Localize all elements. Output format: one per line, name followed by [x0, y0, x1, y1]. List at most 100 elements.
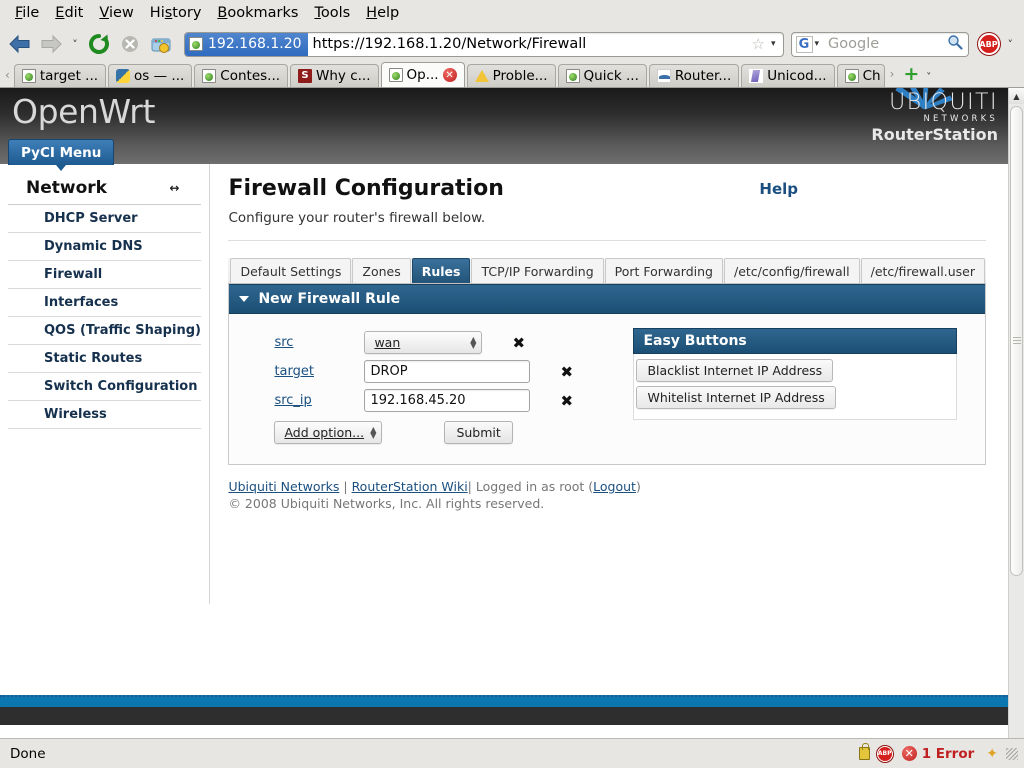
tab-label: target ...	[39, 68, 99, 84]
browser-tab[interactable]: Contes...	[194, 64, 289, 87]
src-ip-input[interactable]: 192.168.45.20	[364, 389, 531, 412]
tab-default-settings[interactable]: Default Settings	[230, 258, 352, 283]
menu-tools[interactable]: Tools	[307, 3, 357, 23]
browser-tab[interactable]: Quick ...	[557, 64, 647, 87]
star-icon[interactable]: ✦	[986, 746, 998, 762]
ubiquiti-networks-link[interactable]: Ubiquiti Networks	[228, 479, 339, 494]
tab-etc-config-firewall[interactable]: /etc/config/firewall	[724, 258, 860, 283]
browser-tab[interactable]: Router...	[648, 64, 740, 87]
browser-tab[interactable]: os — ...	[108, 64, 193, 87]
tabstrip-scroll-right[interactable]: ›	[887, 67, 899, 87]
delete-src-ip-icon[interactable]: ✖	[560, 392, 573, 410]
abp-icon[interactable]: ABP	[876, 745, 893, 762]
main-content: Help Firewall Configuration Configure yo…	[210, 164, 1008, 604]
stop-icon[interactable]	[116, 30, 144, 58]
adblock-plus-icon[interactable]: ABP	[977, 33, 1000, 55]
delete-target-icon[interactable]: ✖	[560, 363, 573, 381]
sidebar-item-dhcp-server[interactable]: DHCP Server	[8, 205, 202, 233]
scrollbar-thumb[interactable]	[1010, 106, 1023, 576]
menu-edit[interactable]: Edit	[48, 3, 90, 23]
tab-etc-firewall-user[interactable]: /etc/firewall.user	[860, 258, 985, 283]
pycl-menu-button[interactable]: PyCI Menu	[8, 139, 115, 171]
sidebar-item-switch-configuration[interactable]: Switch Configuration	[8, 373, 202, 401]
tabstrip-scroll-left[interactable]: ‹	[2, 68, 14, 87]
search-engine-caret[interactable]: ▾	[815, 39, 823, 49]
sidebar-item-firewall[interactable]: Firewall	[8, 261, 202, 289]
page-footer: Ubiquiti Networks | RouterStation Wiki| …	[228, 479, 986, 513]
menu-bookmarks[interactable]: Bookmarks	[210, 3, 305, 23]
error-count-text[interactable]: 1 Error	[922, 746, 975, 762]
browser-tab[interactable]: Proble...	[466, 64, 556, 87]
menu-help[interactable]: Help	[359, 3, 406, 23]
google-engine-icon[interactable]: G	[795, 35, 813, 53]
label-target[interactable]: target	[239, 364, 364, 379]
tab-list-caret-icon[interactable]: ˅	[924, 72, 937, 87]
tab-label: Proble...	[492, 68, 548, 84]
page-icon	[202, 69, 217, 83]
browser-tab[interactable]: S Why c...	[290, 64, 379, 87]
panel-header[interactable]: New Firewall Rule	[229, 284, 985, 314]
reload-icon[interactable]	[85, 30, 113, 58]
new-tab-button[interactable]: +	[898, 63, 924, 87]
menu-file[interactable]: File	[8, 3, 46, 23]
delete-src-icon[interactable]: ✖	[512, 334, 525, 352]
page-scrollbar[interactable]: ▲	[1008, 88, 1024, 738]
label-src[interactable]: src	[239, 335, 364, 350]
warning-icon	[474, 69, 489, 83]
magnifier-icon[interactable]	[947, 34, 968, 54]
logout-link[interactable]: Logout	[593, 479, 636, 494]
tab-tcpip-forwarding[interactable]: TCP/IP Forwarding	[471, 258, 604, 283]
sidebar-item-qos[interactable]: QOS (Traffic Shaping)	[8, 317, 202, 345]
form-row-src: src wan ▲ ▼ ✖	[239, 328, 629, 357]
close-icon[interactable]: ✕	[442, 68, 457, 82]
whitelist-ip-button[interactable]: Whitelist Internet IP Address	[636, 386, 836, 409]
forward-arrow-icon[interactable]	[37, 30, 65, 58]
browser-tabstrip: ‹ target ... os — ... Contes... S Why c.…	[0, 62, 1024, 88]
home-icon[interactable]	[147, 30, 175, 58]
page-icon	[844, 69, 859, 83]
back-arrow-icon[interactable]	[6, 30, 34, 58]
toolbar-overflow-caret[interactable]: ˅	[1003, 38, 1019, 51]
url-bar[interactable]: 192.168.1.20 https://192.168.1.20/Networ…	[184, 31, 784, 57]
tab-label: Op...	[406, 67, 439, 83]
sidebar-collapse-icon[interactable]: ↔	[169, 181, 179, 195]
browser-tab[interactable]: Ch	[836, 64, 885, 87]
history-dropdown-caret[interactable]: ˅	[68, 30, 82, 58]
menu-history[interactable]: History	[143, 3, 209, 23]
error-icon[interactable]: ✕	[901, 746, 917, 761]
target-input[interactable]: DROP	[364, 360, 531, 383]
sidebar-item-static-routes[interactable]: Static Routes	[8, 345, 202, 373]
src-select[interactable]: wan ▲ ▼	[364, 331, 483, 354]
tab-rules[interactable]: Rules	[411, 258, 471, 283]
browser-tab[interactable]: target ...	[13, 64, 107, 87]
lock-icon[interactable]	[858, 743, 870, 760]
scroll-up-icon[interactable]: ▲	[1009, 88, 1024, 104]
sidebar-item-dynamic-dns[interactable]: Dynamic DNS	[8, 233, 202, 261]
help-link[interactable]: Help	[759, 180, 798, 198]
vendor-sub: NETWORKS	[923, 114, 998, 124]
routerstation-wiki-link[interactable]: RouterStation Wiki	[352, 479, 468, 494]
sidebar-item-wireless[interactable]: Wireless	[8, 401, 202, 429]
bookmark-star-icon[interactable]: ☆	[748, 35, 769, 53]
browser-window: File Edit View History Bookmarks Tools H…	[0, 0, 1024, 768]
easy-buttons-title: Easy Buttons	[633, 328, 958, 354]
label-src-ip[interactable]: src_ip	[239, 393, 364, 408]
browser-tab[interactable]: Unicod...	[741, 64, 835, 87]
menu-view[interactable]: View	[92, 3, 140, 23]
tab-zones[interactable]: Zones	[352, 258, 411, 283]
add-option-label: Add option...	[284, 425, 365, 440]
search-bar[interactable]: G ▾ Google	[790, 31, 969, 57]
browser-tab-active[interactable]: Op... ✕	[380, 62, 465, 87]
search-input[interactable]: Google	[822, 36, 946, 52]
submit-button[interactable]: Submit	[444, 421, 513, 444]
tab-port-forwarding[interactable]: Port Forwarding	[604, 258, 723, 283]
site-identity-badge[interactable]: 192.168.1.20	[185, 32, 308, 56]
blacklist-ip-button[interactable]: Blacklist Internet IP Address	[636, 359, 834, 382]
sidebar-item-interfaces[interactable]: Interfaces	[8, 289, 202, 317]
triangle-down-icon[interactable]	[239, 296, 250, 302]
url-text[interactable]: https://192.168.1.20/Network/Firewall	[308, 36, 748, 52]
add-option-select[interactable]: Add option... ▲ ▼	[274, 421, 383, 444]
tab-label: os — ...	[134, 68, 185, 84]
resize-grip-icon[interactable]	[1006, 747, 1018, 760]
url-dropdown-caret[interactable]: ▾	[769, 39, 783, 49]
